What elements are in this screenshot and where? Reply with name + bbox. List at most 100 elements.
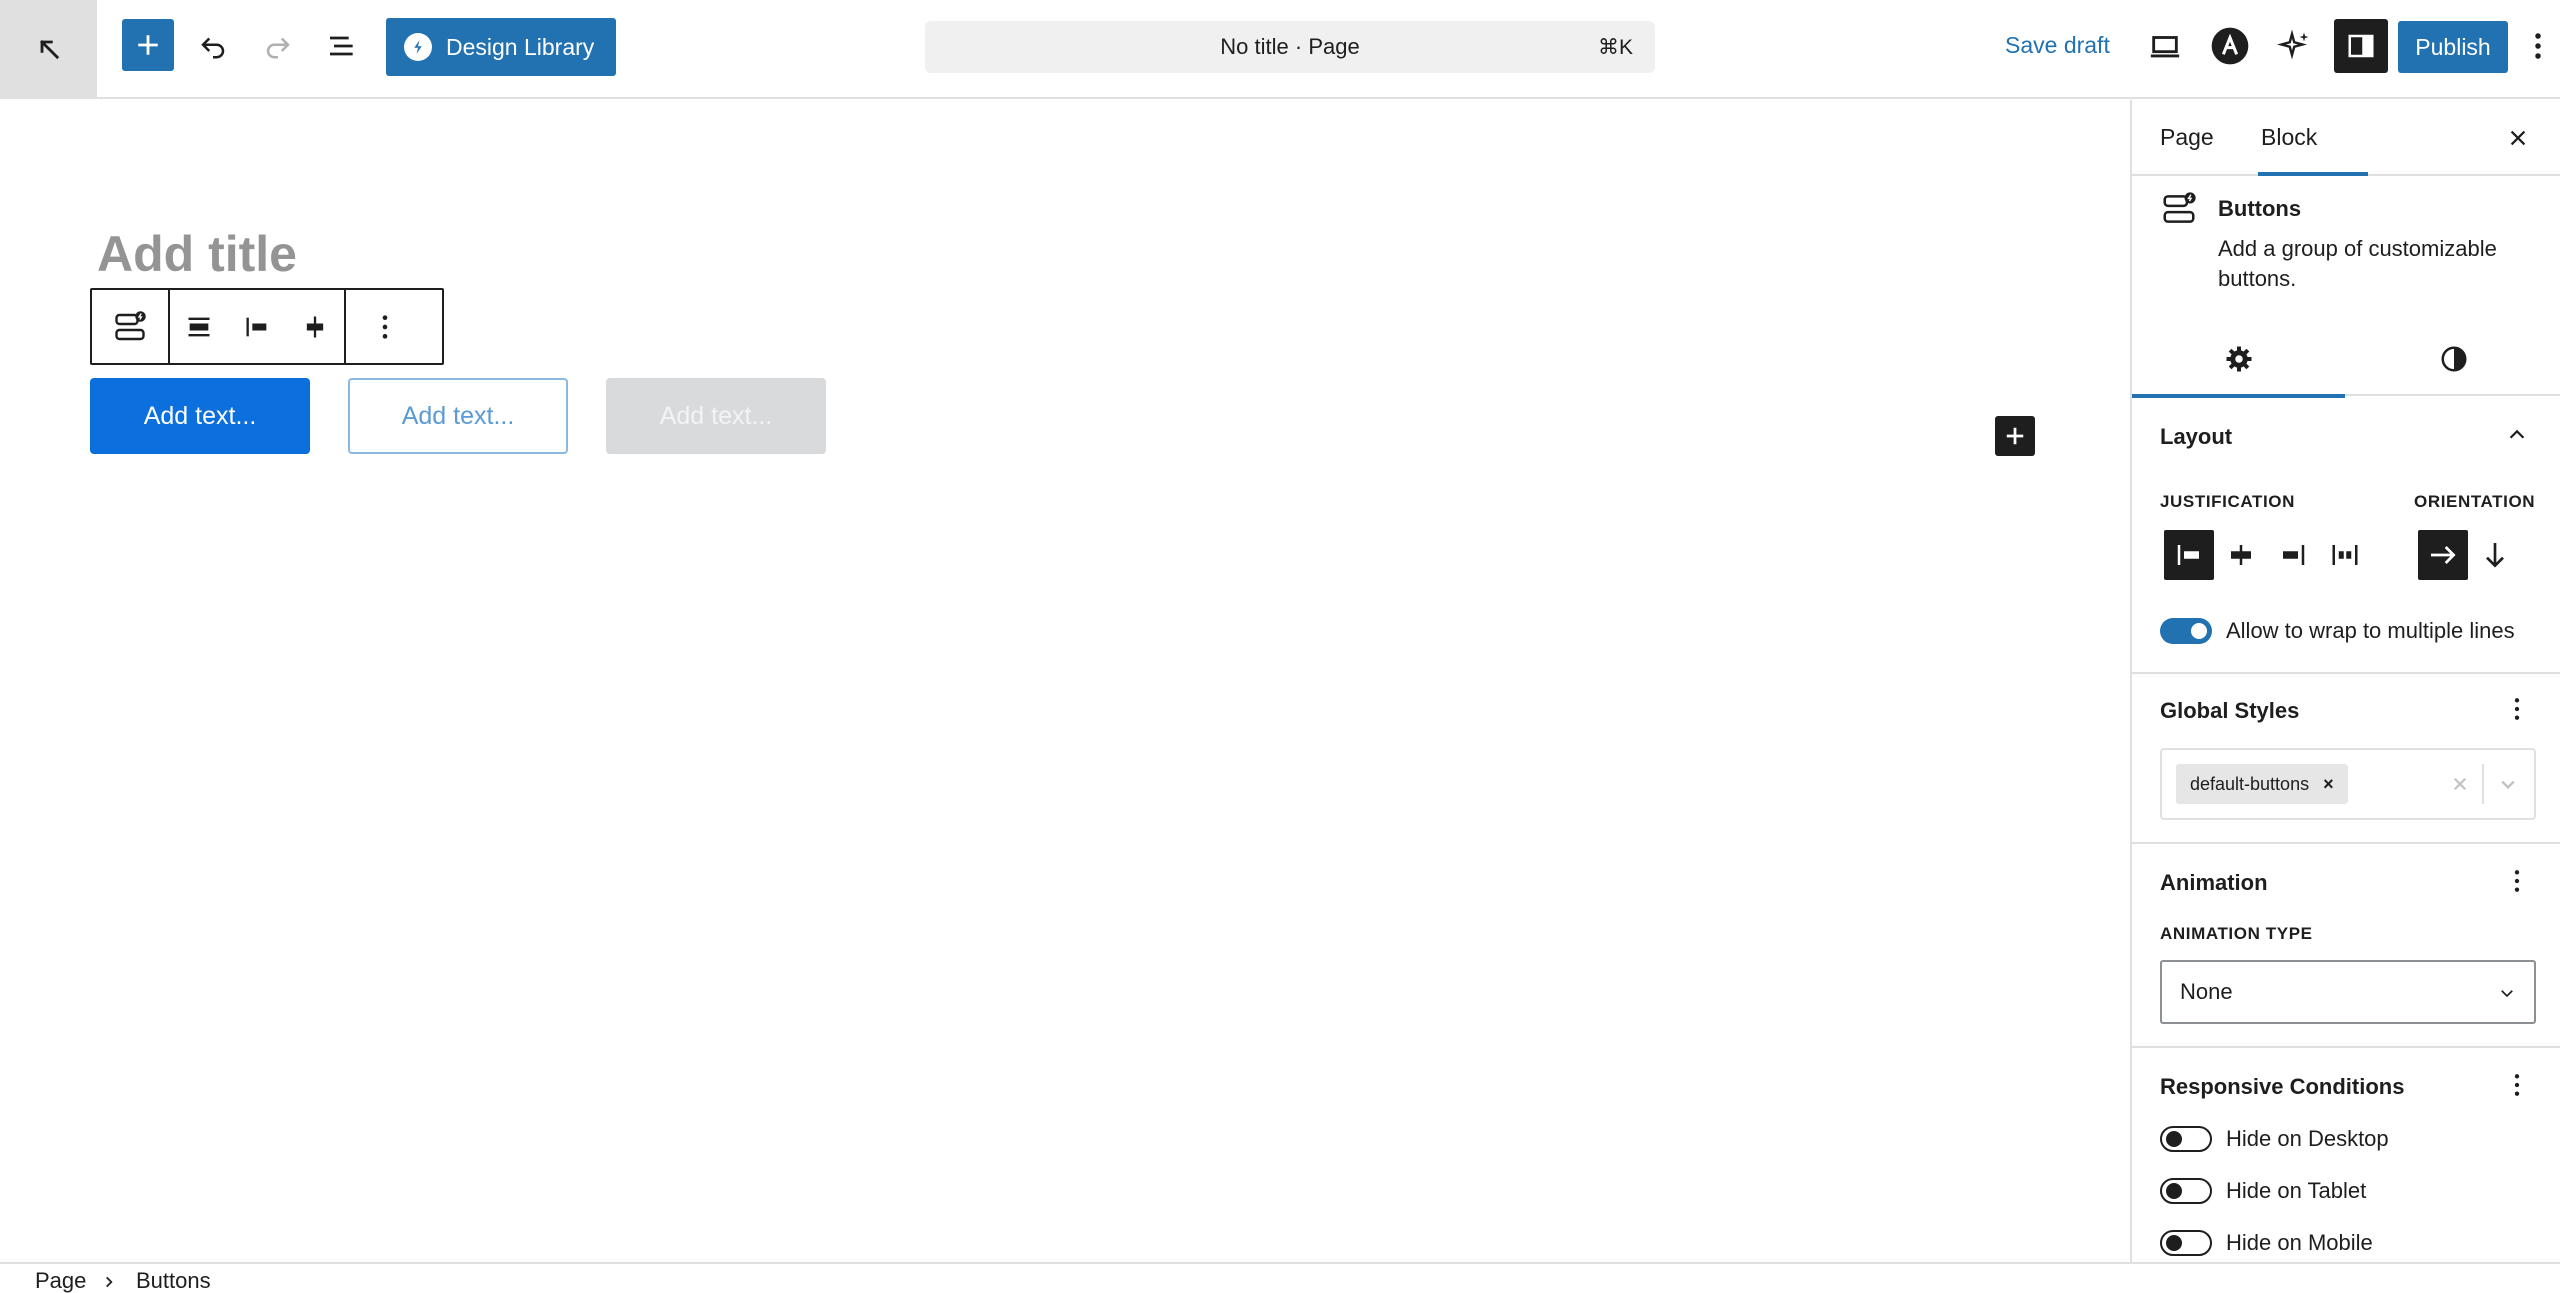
publish-button[interactable]: Publish	[2398, 21, 2508, 73]
panel-divider	[2132, 1046, 2560, 1048]
global-styles-select[interactable]: default-buttons ×	[2160, 748, 2536, 820]
command-palette-bar[interactable]: No title · Page ⌘K	[925, 21, 1655, 73]
justify-center-icon	[2231, 545, 2251, 565]
post-title-input[interactable]: Add title	[97, 225, 297, 283]
global-style-chip-label: default-buttons	[2190, 773, 2310, 794]
block-appender-button[interactable]	[1995, 416, 2035, 456]
options-group	[346, 290, 424, 363]
justify-left-option[interactable]	[2164, 530, 2214, 580]
plus-icon	[2006, 427, 2024, 445]
justify-space-between-icon	[2332, 545, 2358, 565]
design-library-label: Design Library	[446, 33, 595, 60]
button-primary[interactable]: Add text...	[90, 378, 310, 454]
layout-panel-title[interactable]: Layout	[2160, 424, 2232, 450]
command-shortcut: ⌘K	[1597, 35, 1633, 59]
justify-right-option[interactable]	[2268, 530, 2318, 580]
design-library-button[interactable]: Design Library	[386, 18, 616, 76]
sidebar-tabs: Page Block	[2132, 100, 2560, 176]
orientation-vertical-option[interactable]	[2470, 530, 2520, 580]
global-style-chip: default-buttons ×	[2176, 764, 2348, 804]
settings-sidebar-toggle[interactable]	[2334, 19, 2388, 73]
wrap-lines-toggle[interactable]	[2160, 618, 2212, 644]
redo-button[interactable]	[248, 16, 308, 76]
astra-settings-button[interactable]	[2200, 16, 2260, 76]
layout-collapse-button[interactable]	[2502, 420, 2532, 450]
block-inserter-button[interactable]	[122, 19, 174, 71]
styles-contrast-icon	[2441, 346, 2466, 372]
buttons-block: Add text... Add text... Add text...	[90, 378, 826, 454]
chevron-up-icon	[2509, 429, 2525, 439]
block-breadcrumb: Page Buttons	[0, 1262, 2560, 1293]
hide-desktop-toggle[interactable]	[2160, 1126, 2212, 1152]
hide-tablet-toggle[interactable]	[2160, 1178, 2212, 1204]
options-menu-button[interactable]	[2518, 16, 2558, 76]
animation-title: Animation	[2160, 870, 2268, 895]
stackable-logo-icon	[404, 33, 432, 61]
preview-button[interactable]	[2135, 16, 2195, 76]
sidebar-icon	[2348, 34, 2374, 58]
active-tab-indicator	[2258, 172, 2368, 176]
settings-sidebar: Page Block Buttons Add a group of custom…	[2130, 100, 2560, 1262]
save-draft-button[interactable]: Save draft	[2005, 32, 2110, 59]
tab-block[interactable]: Block	[2261, 124, 2317, 151]
justify-center-icon	[306, 316, 324, 337]
alignment-group	[170, 290, 346, 363]
desktop-preview-icon	[2150, 36, 2180, 58]
more-vertical-icon	[2535, 33, 2541, 59]
block-align-button[interactable]	[170, 290, 228, 363]
tab-styles[interactable]	[2347, 322, 2560, 396]
arrow-right-icon	[2431, 546, 2456, 564]
block-card: Buttons Add a group of customizable butt…	[2132, 180, 2560, 320]
responsive-options-button[interactable]	[2502, 1070, 2532, 1100]
block-type-button[interactable]	[92, 290, 168, 363]
tab-page[interactable]: Page	[2160, 124, 2214, 151]
hide-mobile-toggle[interactable]	[2160, 1230, 2212, 1256]
document-overview-button[interactable]	[312, 16, 372, 76]
close-icon	[2510, 130, 2526, 146]
justify-left-button[interactable]	[228, 290, 286, 363]
more-vertical-icon	[2514, 1074, 2520, 1096]
block-options-button[interactable]	[346, 290, 424, 363]
buttons-block-icon	[115, 310, 146, 340]
breadcrumb-page[interactable]: Page	[35, 1268, 86, 1293]
arrow-down-icon	[2486, 543, 2504, 568]
justify-space-between-option[interactable]	[2320, 530, 2370, 580]
justify-left-icon	[2177, 545, 2199, 565]
select-separator	[2482, 764, 2484, 804]
buttons-block-icon	[2160, 190, 2198, 233]
block-toolbar	[90, 288, 444, 365]
button-ghost[interactable]: Add text...	[606, 378, 826, 454]
animation-options-button[interactable]	[2502, 866, 2532, 896]
open-dropdown-button[interactable]	[2492, 768, 2524, 800]
button-outline[interactable]: Add text...	[348, 378, 568, 454]
wrap-lines-label: Allow to wrap to multiple lines	[2226, 618, 2515, 643]
orientation-horizontal-option[interactable]	[2418, 530, 2468, 580]
document-title: No title · Page	[1220, 34, 1360, 59]
global-styles-title: Global Styles	[2160, 698, 2300, 723]
breadcrumb-buttons[interactable]: Buttons	[136, 1268, 211, 1293]
arrow-up-left-icon	[39, 40, 59, 60]
justify-right-icon	[2283, 545, 2305, 565]
back-to-dashboard-button[interactable]	[0, 0, 97, 98]
block-inspector-tabs	[2132, 322, 2560, 398]
animation-type-select[interactable]: None	[2160, 960, 2536, 1024]
justify-center-option[interactable]	[2216, 530, 2266, 580]
ai-assistant-button[interactable]	[2265, 16, 2325, 76]
close-sidebar-button[interactable]	[2502, 122, 2534, 154]
close-icon	[2453, 777, 2467, 791]
align-wide-icon	[188, 317, 210, 336]
settings-gear-icon	[2226, 346, 2251, 372]
hide-desktop-label: Hide on Desktop	[2226, 1126, 2389, 1151]
vertical-align-button[interactable]	[286, 290, 344, 363]
remove-chip-icon[interactable]: ×	[2323, 774, 2334, 795]
editor-header: Design Library No title · Page ⌘K Save d…	[0, 0, 2560, 99]
undo-button[interactable]	[183, 16, 243, 76]
clear-selection-button[interactable]	[2444, 768, 2476, 800]
animation-type-label: Animation type	[2160, 924, 2313, 943]
panel-divider	[2132, 842, 2560, 844]
animation-type-value: None	[2180, 979, 2233, 1004]
global-styles-options-button[interactable]	[2502, 694, 2532, 724]
more-vertical-icon	[2514, 870, 2520, 892]
redo-icon	[266, 37, 290, 59]
tab-settings[interactable]	[2132, 322, 2345, 398]
